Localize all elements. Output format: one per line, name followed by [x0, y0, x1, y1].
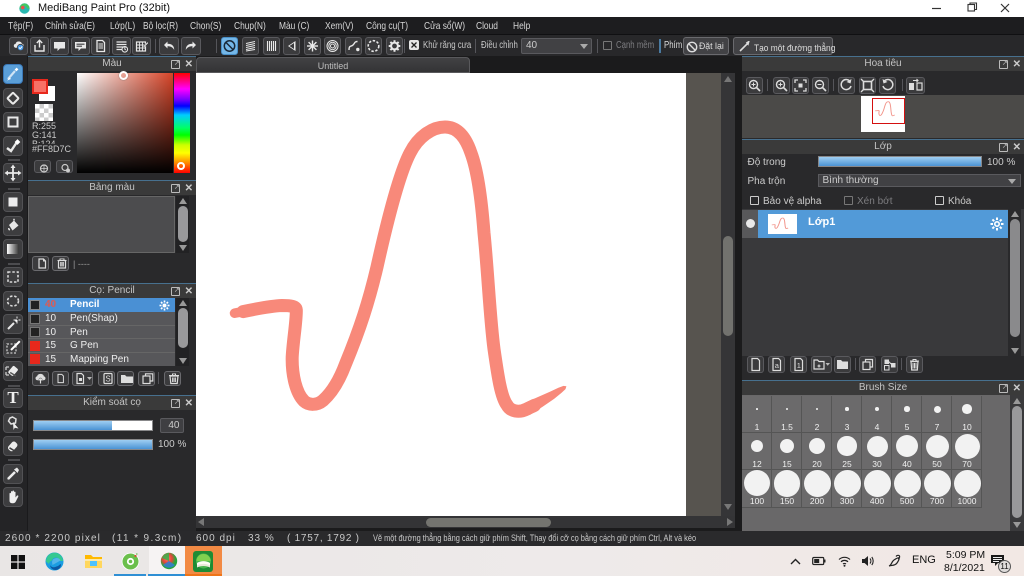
svg-text:1: 1 [797, 361, 801, 370]
svg-text:S: S [105, 374, 110, 383]
svg-text:a: a [775, 361, 780, 370]
